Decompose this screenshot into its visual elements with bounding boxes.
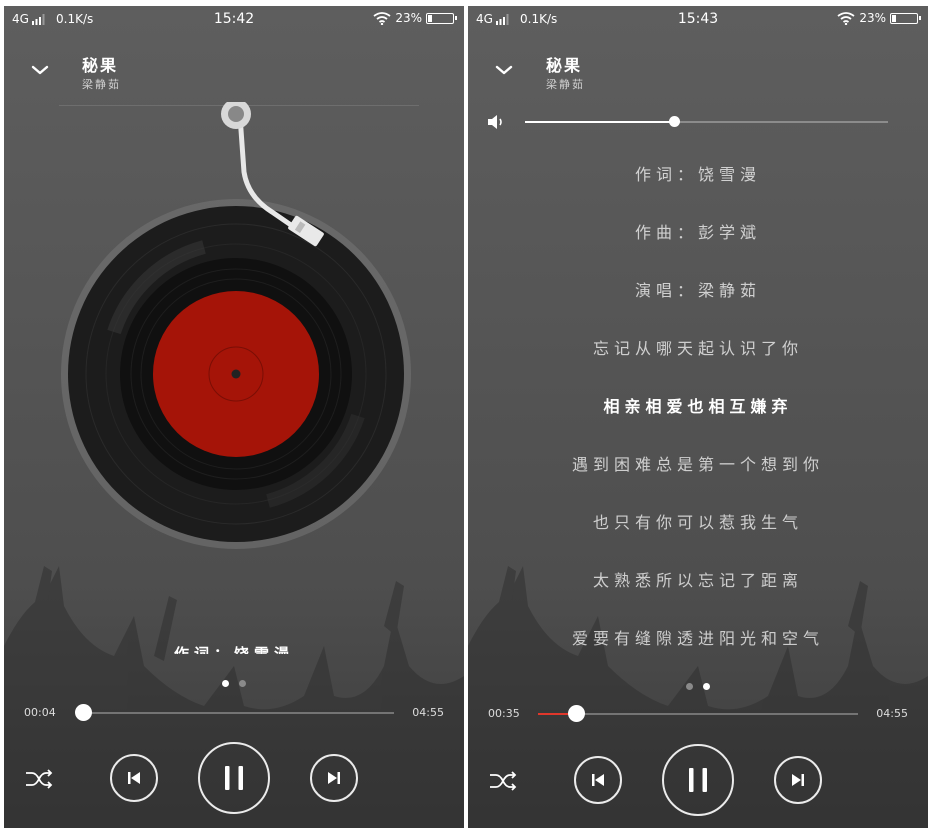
volume-level	[525, 121, 674, 123]
previous-icon	[592, 774, 604, 786]
playback-controls	[4, 738, 464, 818]
lyric-line[interactable]: 太熟悉所以忘记了距离	[468, 569, 928, 627]
previous-icon	[128, 772, 140, 784]
progress-bar[interactable]	[538, 705, 858, 722]
progress-row: 00:04 04:55	[4, 703, 464, 723]
vinyl-record-icon	[61, 199, 411, 549]
page-dot-1[interactable]	[686, 683, 693, 690]
page-dot-2[interactable]	[239, 680, 246, 687]
battery-percent: 23%	[395, 11, 422, 25]
status-bar: 4G 0.1K/s 15:42 23%	[4, 6, 464, 34]
song-artist: 梁静茹	[82, 78, 121, 91]
volume-slider[interactable]	[525, 116, 888, 127]
chevron-down-icon[interactable]	[28, 58, 52, 82]
turntable	[61, 102, 411, 549]
current-time: 00:04	[24, 706, 56, 719]
lyric-line-active[interactable]: 相亲相爱也相互嫌弃	[468, 395, 928, 453]
page-indicator	[468, 683, 928, 690]
next-button[interactable]	[310, 754, 358, 802]
next-icon	[792, 774, 804, 786]
pause-icon	[689, 768, 707, 792]
lyrics-list: 作词：饶雪漫 作曲：彭学斌 演唱：梁静茹 忘记从哪天起认识了你 相亲相爱也相互嫌…	[468, 163, 928, 685]
page-dot-2[interactable]	[703, 683, 710, 690]
progress-bar[interactable]	[75, 704, 394, 721]
player-header: 秘果 梁静茹	[4, 46, 464, 100]
progress-knob[interactable]	[75, 704, 93, 721]
status-right: 23%	[837, 11, 921, 25]
previous-button[interactable]	[110, 754, 158, 802]
wifi-icon	[837, 11, 855, 25]
page-dot-1[interactable]	[222, 680, 229, 687]
next-icon	[328, 772, 340, 784]
volume-icon[interactable]	[486, 114, 506, 130]
lyric-line[interactable]: 也只有你可以惹我生气	[468, 511, 928, 569]
progress-row: 00:35 04:55	[468, 704, 928, 724]
lyric-peek: 作词：饶雪漫	[173, 645, 294, 654]
shuffle-icon[interactable]	[488, 768, 518, 794]
shuffle-icon[interactable]	[24, 766, 54, 792]
song-title: 秘果	[82, 56, 119, 75]
pause-button[interactable]	[198, 742, 270, 814]
player-screen-lyrics: 4G 0.1K/s 15:43 23% 秘果 梁静茹 作词：饶雪漫 作曲：彭学斌…	[468, 6, 928, 828]
total-time: 04:55	[412, 706, 444, 719]
lyric-line[interactable]: 作词：饶雪漫	[468, 163, 928, 221]
progress-knob[interactable]	[568, 705, 586, 722]
player-screen-record: 4G 0.1K/s 15:42 23% 秘果 梁静茹 作词：饶雪漫 00:04 …	[4, 6, 464, 828]
song-artist: 梁静茹	[546, 78, 585, 91]
volume-knob[interactable]	[668, 116, 680, 127]
lyric-line[interactable]: 遇到困难总是第一个想到你	[468, 453, 928, 511]
current-time: 00:35	[488, 707, 520, 720]
lyric-line[interactable]: 作曲：彭学斌	[468, 221, 928, 279]
lyric-line[interactable]: 爱要有缝隙透进阳光和空气	[468, 627, 928, 685]
pause-icon	[225, 766, 243, 790]
pause-button[interactable]	[662, 744, 734, 816]
status-bar: 4G 0.1K/s 15:43 23%	[468, 6, 928, 34]
chevron-down-icon[interactable]	[492, 58, 516, 82]
battery-icon	[890, 12, 921, 24]
wifi-icon	[373, 11, 391, 25]
volume-row	[468, 110, 928, 134]
total-time: 04:55	[876, 707, 908, 720]
next-button[interactable]	[774, 756, 822, 804]
player-header: 秘果 梁静茹	[468, 46, 928, 100]
lyric-line[interactable]: 演唱：梁静茹	[468, 279, 928, 337]
battery-percent: 23%	[859, 11, 886, 25]
status-right: 23%	[373, 11, 457, 25]
lyric-line[interactable]: 忘记从哪天起认识了你	[468, 337, 928, 395]
page-indicator	[4, 680, 464, 687]
battery-icon	[426, 12, 457, 24]
song-title: 秘果	[546, 56, 583, 75]
previous-button[interactable]	[574, 756, 622, 804]
playback-controls	[468, 740, 928, 820]
